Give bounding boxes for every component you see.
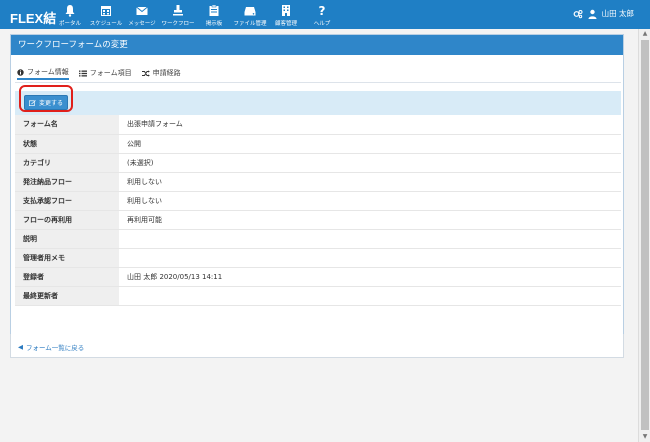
gears-icon[interactable] <box>573 9 583 19</box>
svg-text:?: ? <box>319 4 326 17</box>
scroll-up-icon[interactable]: ▲ <box>639 29 650 39</box>
row-value <box>119 229 621 249</box>
tab-approval-route[interactable]: 申請経路 <box>141 66 181 80</box>
action-bar: 変更する <box>15 91 621 115</box>
edit-icon <box>28 99 36 106</box>
scroll-down-icon[interactable]: ▼ <box>639 432 650 442</box>
table-row: 管理者用メモ <box>15 248 621 268</box>
question-icon: ? <box>319 4 326 17</box>
panel-footer: ◀ フォーム一覧に戻る <box>10 334 624 358</box>
table-row: 登録者 山田 太郎 2020/05/13 14:11 <box>15 267 621 287</box>
table-row: 最終更新者 <box>15 286 621 306</box>
table-row: 説明 <box>15 229 621 249</box>
app-logo[interactable]: FLEX結 <box>10 8 56 27</box>
nav-files[interactable]: ファイル管理 <box>232 0 268 29</box>
row-label: カテゴリ <box>15 153 119 173</box>
table-row: カテゴリ (未選択) <box>15 153 621 173</box>
row-label: 発注納品フロー <box>15 172 119 192</box>
clipboard-icon <box>209 4 219 16</box>
nav-label: ヘルプ <box>313 21 331 27</box>
nav-label: ワークフロー <box>161 21 195 27</box>
row-value: 公開 <box>119 134 621 154</box>
shuffle-icon <box>141 69 150 77</box>
table-row: フローの再利用 再利用可能 <box>15 210 621 230</box>
back-to-form-list-link[interactable]: ◀ フォーム一覧に戻る <box>18 342 84 352</box>
nav-label: メッセージ <box>128 21 156 27</box>
form-tabs: フォーム情報 フォーム項目 申請経路 <box>17 66 181 80</box>
row-label: 説明 <box>15 229 119 249</box>
tab-form-info[interactable]: フォーム情報 <box>17 66 69 80</box>
info-circle-icon <box>17 68 24 76</box>
nav-schedule[interactable]: スケジュール <box>88 0 124 29</box>
hard-drive-icon <box>244 7 256 16</box>
tab-label: フォーム情報 <box>27 68 69 76</box>
list-icon <box>78 70 87 76</box>
user-icon <box>588 9 597 19</box>
bell-icon <box>65 5 75 17</box>
nav-workflow[interactable]: ワークフロー <box>160 0 196 29</box>
row-label: 管理者用メモ <box>15 248 119 268</box>
scroll-thumb[interactable] <box>641 40 649 430</box>
nav-board[interactable]: 掲示板 <box>196 0 232 29</box>
nav-message[interactable]: メッセージ <box>124 0 160 29</box>
envelope-icon <box>136 6 148 15</box>
user-name: 山田 太郎 <box>601 9 634 18</box>
nav-label: ファイル管理 <box>233 21 267 27</box>
user-menu[interactable]: 山田 太郎 <box>573 8 634 19</box>
nav-label: 顧客管理 <box>274 21 297 27</box>
row-value: 利用しない <box>119 191 621 211</box>
row-label: 支払承認フロー <box>15 191 119 211</box>
nav-help[interactable]: ? ヘルプ <box>304 0 340 29</box>
tab-form-items[interactable]: フォーム項目 <box>78 66 132 80</box>
table-row: 発注納品フロー 利用しない <box>15 172 621 192</box>
edit-button-label: 変更する <box>38 100 63 107</box>
tab-label: 申請経路 <box>152 69 181 77</box>
row-label: 登録者 <box>15 267 119 287</box>
row-label: フォーム名 <box>15 115 119 135</box>
nav-label: スケジュール <box>89 21 123 27</box>
stamp-icon <box>173 5 183 16</box>
form-info-table: フォーム名 出張申請フォーム 状態 公開 カテゴリ (未選択) 発注納品フロー 利用しない 支払… <box>15 115 621 306</box>
table-row: 状態 公開 <box>15 134 621 154</box>
chevron-left-icon: ◀ <box>18 343 23 351</box>
row-value: 利用しない <box>119 172 621 192</box>
calendar-icon <box>101 6 111 16</box>
main-nav: ポータル スケジュール メッセージ ワークフロー 掲示板 ファイル管理 顧客管理… <box>52 0 340 29</box>
tab-divider <box>15 82 621 83</box>
building-icon <box>282 5 290 16</box>
tab-label: フォーム項目 <box>89 69 132 77</box>
row-value <box>119 286 621 306</box>
nav-label: ポータル <box>58 21 81 27</box>
top-navbar: FLEX結 ポータル スケジュール メッセージ ワークフロー 掲示板 ファイル管… <box>0 0 650 29</box>
edit-button[interactable]: 変更する <box>24 95 68 110</box>
row-value: 出張申請フォーム <box>119 115 621 135</box>
row-value: 再利用可能 <box>119 210 621 230</box>
row-value: (未選択) <box>119 153 621 173</box>
workflow-form-panel: ワークフローフォームの変更 フォーム情報 フォーム項目 申請経路 変更する フォ… <box>10 34 624 356</box>
row-label: 最終更新者 <box>15 286 119 306</box>
nav-portal[interactable]: ポータル <box>52 0 88 29</box>
row-label: 状態 <box>15 134 119 154</box>
row-value <box>119 248 621 268</box>
page-title: ワークフローフォームの変更 <box>11 35 623 55</box>
nav-label: 掲示板 <box>205 21 223 27</box>
scrollbar[interactable]: ▲ ▼ <box>638 29 650 442</box>
table-row: フォーム名 出張申請フォーム <box>15 115 621 135</box>
back-link-label: フォーム一覧に戻る <box>26 344 85 352</box>
row-label: フローの再利用 <box>15 210 119 230</box>
table-row: 支払承認フロー 利用しない <box>15 191 621 211</box>
nav-customers[interactable]: 顧客管理 <box>268 0 304 29</box>
row-value: 山田 太郎 2020/05/13 14:11 <box>119 267 621 287</box>
